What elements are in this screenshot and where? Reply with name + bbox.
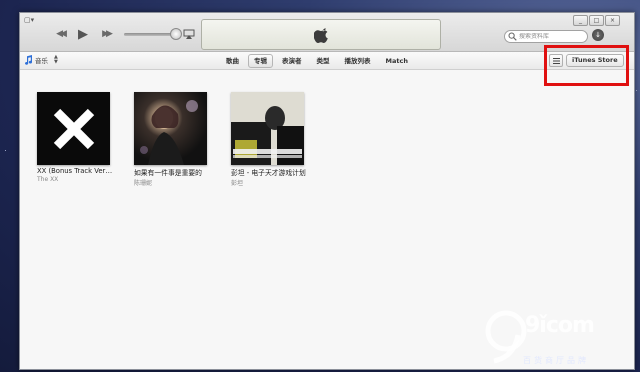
- library-selector-label: 音乐: [35, 57, 48, 65]
- player-toolbar: ▢▾ ◀◀ ▶ ▶▶ _ □ × ↓: [20, 13, 634, 52]
- apple-logo-icon: [314, 27, 328, 43]
- album-artist: 陈珊妮: [134, 180, 153, 187]
- minimize-button[interactable]: _: [573, 15, 588, 26]
- watermark-brand: 9ǐcom: [525, 313, 595, 338]
- next-track-button[interactable]: ▶▶: [98, 27, 114, 41]
- window-controls: _ □ ×: [573, 15, 620, 26]
- album-item[interactable]: 如果有一件事是重要的 陈珊妮: [134, 92, 214, 187]
- downloads-button[interactable]: ↓: [592, 29, 604, 41]
- tab-songs[interactable]: 歌曲: [220, 54, 245, 68]
- view-tabs: 歌曲 专辑 表演者 类型 播放列表 Match: [220, 54, 417, 68]
- menu-toggle-icon[interactable]: ▢▾: [24, 16, 36, 24]
- tab-albums[interactable]: 专辑: [248, 54, 273, 68]
- search-box[interactable]: [504, 30, 588, 43]
- collage-art: [231, 92, 304, 165]
- album-artist: The XX: [37, 176, 59, 183]
- volume-knob[interactable]: [170, 28, 182, 40]
- xx-cross-art: [53, 108, 94, 149]
- lcd-display: [201, 19, 441, 50]
- album-cover[interactable]: [37, 92, 110, 165]
- previous-track-button[interactable]: ◀◀: [52, 27, 68, 41]
- album-title: 如果有一件事是重要的: [134, 169, 202, 177]
- play-button[interactable]: ▶: [75, 27, 91, 42]
- album-cover[interactable]: [134, 92, 207, 165]
- album-item[interactable]: XX (Bonus Track Versi... The XX: [37, 92, 117, 183]
- album-item[interactable]: 彭坦 - 电子天才游戏计划 彭坦: [231, 92, 311, 187]
- album-title: 彭坦 - 电子天才游戏计划: [231, 169, 306, 177]
- portrait-art: [140, 100, 198, 165]
- library-nav-bar: 音乐 ▲ ▼ 歌曲 专辑 表演者 类型 播放列表 Match iTunes Sto…: [20, 52, 634, 70]
- tab-genres[interactable]: 类型: [311, 54, 336, 68]
- tab-match[interactable]: Match: [380, 54, 414, 68]
- library-selector[interactable]: 音乐 ▲ ▼: [24, 54, 58, 66]
- close-window-button[interactable]: ×: [605, 15, 620, 26]
- search-icon: [508, 32, 517, 41]
- airplay-icon[interactable]: [183, 29, 195, 39]
- tab-artists[interactable]: 表演者: [276, 54, 308, 68]
- album-cover[interactable]: [231, 92, 304, 165]
- watermark-tagline: 百货商厅品牌: [523, 356, 589, 365]
- selector-arrows-icon: ▲ ▼: [54, 54, 58, 65]
- music-note-icon: [25, 55, 33, 65]
- album-artist: 彭坦: [231, 180, 244, 187]
- tab-playlists[interactable]: 播放列表: [339, 54, 377, 68]
- search-input[interactable]: [517, 33, 587, 40]
- album-title: XX (Bonus Track Versi...: [37, 167, 113, 175]
- maximize-button[interactable]: □: [589, 15, 604, 26]
- annotation-highlight-box: [544, 45, 629, 86]
